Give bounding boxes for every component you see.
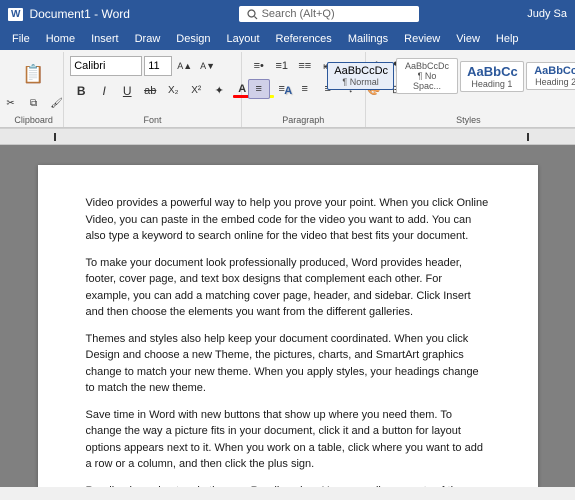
ruler-margin-right (527, 133, 529, 141)
ribbon: 📋 ✂ ⧉ 🖌 Clipboard A▲ A▼ (0, 50, 575, 129)
font-name-input[interactable] (70, 56, 142, 76)
menu-design[interactable]: Design (168, 31, 218, 47)
document-area[interactable]: Video provides a powerful way to help yo… (0, 145, 575, 487)
copy-button[interactable]: ⧉ (23, 93, 45, 113)
menu-file[interactable]: File (4, 31, 38, 47)
menu-review[interactable]: Review (396, 31, 448, 47)
document-page[interactable]: Video provides a powerful way to help yo… (38, 165, 538, 487)
paragraph-2: To make your document look professionall… (86, 255, 490, 321)
multilevel-button[interactable]: ≡≡ (294, 56, 316, 76)
style-heading1[interactable]: AaBbCc Heading 1 (460, 61, 523, 92)
menu-view[interactable]: View (448, 31, 488, 47)
menu-help[interactable]: Help (488, 31, 527, 47)
style-normal[interactable]: AaBbCcDc ¶ Normal (327, 62, 394, 90)
cut-button[interactable]: ✂ (0, 93, 22, 113)
paste-button[interactable]: 📋 (18, 56, 48, 92)
title-bar-left: W Document1 - Word (8, 7, 130, 21)
menu-insert[interactable]: Insert (83, 31, 127, 47)
paragraph-label: Paragraph (282, 113, 324, 125)
style-no-spacing-label: ¶ No Spac... (403, 71, 451, 91)
style-no-spacing-preview: AaBbCcDc (403, 61, 451, 71)
ruler (0, 129, 575, 145)
document-title: Document1 - Word (29, 7, 129, 21)
underline-button[interactable]: U (116, 80, 138, 101)
search-icon (247, 9, 258, 20)
font-size-input[interactable] (144, 56, 172, 76)
styles-label: Styles (456, 113, 481, 125)
paragraph-4: Save time in Word with new buttons that … (86, 407, 490, 473)
ribbon-content: 📋 ✂ ⧉ 🖌 Clipboard A▲ A▼ (0, 50, 575, 128)
bold-button[interactable]: B (70, 80, 92, 101)
style-normal-label: ¶ Normal (334, 77, 387, 87)
menu-references[interactable]: References (268, 31, 340, 47)
clipboard-controls: 📋 ✂ ⧉ 🖌 (0, 56, 68, 113)
styles-group: AaBbCcDc ¶ Normal AaBbCcDc ¶ No Spac... … (366, 52, 571, 127)
style-heading1-label: Heading 1 (467, 79, 516, 89)
font-name-row: A▲ A▼ (70, 56, 235, 76)
menu-home[interactable]: Home (38, 31, 83, 47)
align-center-button[interactable]: ≡ (271, 79, 293, 99)
menu-draw[interactable]: Draw (127, 31, 169, 47)
user-name: Judy Sa (527, 8, 567, 20)
font-grow-button[interactable]: A▲ (174, 56, 195, 76)
italic-button[interactable]: I (93, 80, 115, 101)
subscript-button[interactable]: X₂ (162, 80, 184, 101)
font-shrink-button[interactable]: A▼ (197, 56, 218, 76)
superscript-button[interactable]: X² (185, 80, 207, 101)
numbering-button[interactable]: ≡1 (271, 56, 293, 76)
font-group: A▲ A▼ B I U ab X₂ X² ✦ A (64, 52, 242, 127)
font-label: Font (143, 113, 161, 125)
search-box[interactable]: Search (Alt+Q) (239, 6, 419, 22)
menu-mailings[interactable]: Mailings (340, 31, 396, 47)
word-icon: W (8, 8, 23, 21)
style-heading1-preview: AaBbCc (467, 64, 516, 79)
clipboard-label: Clipboard (14, 113, 53, 125)
style-no-spacing[interactable]: AaBbCcDc ¶ No Spac... (396, 58, 458, 94)
font-format-row: B I U ab X₂ X² ✦ A A (70, 80, 235, 101)
strikethrough-button[interactable]: ab (139, 80, 161, 101)
paragraph-1: Video provides a powerful way to help yo… (86, 195, 490, 245)
ruler-margin-left (54, 133, 56, 141)
style-heading2[interactable]: AaBbCc Heading 2 (526, 62, 575, 90)
align-right-button[interactable]: ≡ (294, 79, 316, 99)
style-normal-preview: AaBbCcDc (334, 65, 387, 77)
align-left-button[interactable]: ≡ (248, 79, 270, 99)
paragraph-5: Reading is easier, too, in the new Readi… (86, 483, 490, 488)
styles-gallery: AaBbCcDc ¶ Normal AaBbCcDc ¶ No Spac... … (325, 56, 575, 96)
search-placeholder: Search (Alt+Q) (262, 8, 335, 20)
clipboard-group: 📋 ✂ ⧉ 🖌 Clipboard (4, 52, 64, 127)
style-heading2-label: Heading 2 (533, 77, 575, 87)
bullets-button[interactable]: ≡• (248, 56, 270, 76)
title-bar: W Document1 - Word Search (Alt+Q) Judy S… (0, 0, 575, 28)
menu-layout[interactable]: Layout (219, 31, 268, 47)
paragraph-3: Themes and styles also help keep your do… (86, 331, 490, 397)
style-heading2-preview: AaBbCc (533, 65, 575, 77)
clear-format-button[interactable]: ✦ (208, 80, 230, 101)
menu-bar: File Home Insert Draw Design Layout Refe… (0, 28, 575, 50)
